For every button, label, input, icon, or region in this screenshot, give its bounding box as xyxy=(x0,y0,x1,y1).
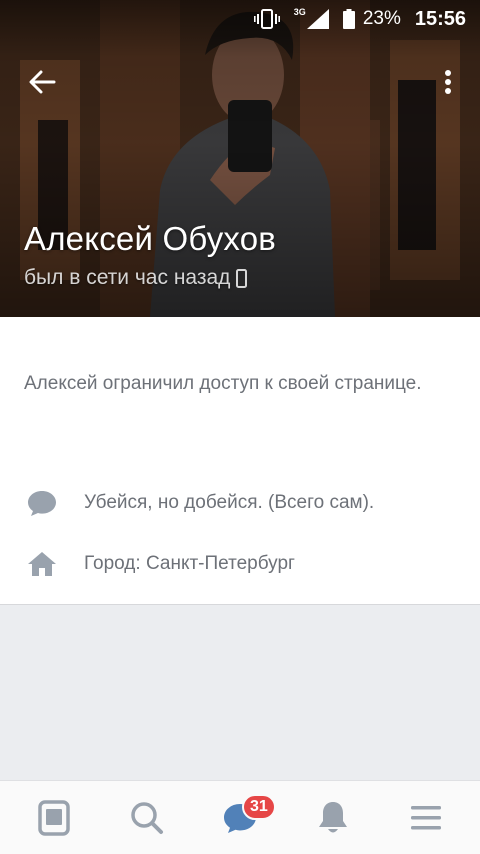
nav-news[interactable] xyxy=(24,788,84,848)
nav-notifications[interactable] xyxy=(303,788,363,848)
private-profile-notice: Алексей ограничил доступ к своей страниц… xyxy=(24,373,422,394)
last-seen-text: был в сети час назад xyxy=(24,266,231,289)
profile-name: Алексей Обухов xyxy=(24,220,277,257)
profile-info-card: Алексей ограничил доступ к своей страниц… xyxy=(0,317,480,605)
nav-search[interactable] xyxy=(117,788,177,848)
news-icon xyxy=(38,799,71,836)
mobile-phone-icon xyxy=(236,268,248,288)
search-icon xyxy=(131,801,164,834)
menu-icon xyxy=(410,805,441,829)
status-quote-text: Убейся, но добейся. (Всего сам). xyxy=(84,492,375,513)
nav-menu[interactable] xyxy=(396,788,456,848)
status-bar: 3G 23% 15:56 xyxy=(0,0,480,38)
bottom-navigation: 31 xyxy=(0,780,480,854)
vibrate-icon xyxy=(253,9,280,29)
home-icon xyxy=(0,551,84,577)
more-vertical-icon xyxy=(445,70,451,94)
status-quote-row: Убейся, но добейся. (Всего сам). xyxy=(0,483,480,523)
arrow-left-icon xyxy=(29,70,56,94)
bell-icon xyxy=(318,801,347,832)
last-seen-status: был в сети час назад xyxy=(24,266,248,290)
city-row: Город: Санкт-Петербург xyxy=(0,544,480,584)
messages-unread-badge: 31 xyxy=(241,793,276,820)
back-button[interactable] xyxy=(22,62,62,102)
clock: 15:56 xyxy=(414,7,466,30)
network-type: 3G xyxy=(293,7,306,17)
battery-percent: 23% xyxy=(362,8,401,29)
more-options-button[interactable] xyxy=(430,62,466,102)
city-text: Город: Санкт-Петербург xyxy=(84,553,295,574)
signal-icon: 3G xyxy=(293,7,329,29)
nav-messages[interactable]: 31 xyxy=(210,788,276,848)
profile-cover: 3G 23% 15:56 Алексей Обухов был в сети ч… xyxy=(0,0,480,317)
battery-icon xyxy=(342,9,355,29)
speech-bubble-icon xyxy=(0,489,84,517)
